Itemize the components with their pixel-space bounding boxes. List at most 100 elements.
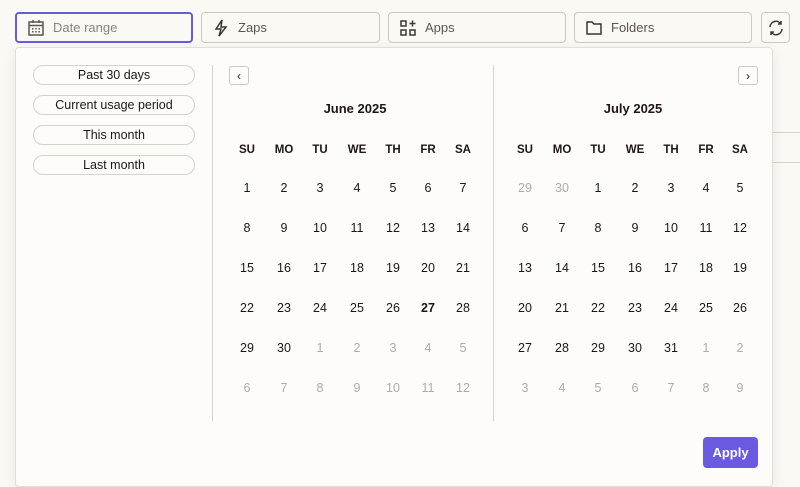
day-cell[interactable]: 10 xyxy=(378,381,408,395)
folders-label: Folders xyxy=(611,20,655,35)
day-cell[interactable]: 11 xyxy=(342,221,372,235)
day-cell[interactable]: 28 xyxy=(547,341,577,355)
day-cell[interactable]: 18 xyxy=(691,261,721,275)
day-cell[interactable]: 27 xyxy=(510,341,540,355)
day-cell[interactable]: 29 xyxy=(510,181,540,195)
day-cell[interactable]: 13 xyxy=(510,261,540,275)
day-cell[interactable]: 22 xyxy=(232,301,262,315)
zaps-filter-button[interactable]: Zaps xyxy=(201,12,380,43)
day-cell[interactable]: 13 xyxy=(413,221,443,235)
day-cell[interactable]: 2 xyxy=(269,181,299,195)
day-cell[interactable]: 24 xyxy=(305,301,335,315)
background-divider xyxy=(773,132,800,133)
day-cell[interactable]: 5 xyxy=(725,181,755,195)
refresh-button[interactable] xyxy=(761,12,790,43)
preset-current-usage-period[interactable]: Current usage period xyxy=(33,95,195,115)
day-cell[interactable]: 30 xyxy=(269,341,299,355)
day-cell[interactable]: 6 xyxy=(620,381,650,395)
day-cell[interactable]: 24 xyxy=(656,301,686,315)
day-cell[interactable]: 19 xyxy=(378,261,408,275)
day-cell[interactable]: 7 xyxy=(547,221,577,235)
day-cell[interactable]: 25 xyxy=(691,301,721,315)
day-cell[interactable]: 15 xyxy=(583,261,613,275)
day-cell[interactable]: 25 xyxy=(342,301,372,315)
background-divider xyxy=(773,162,800,163)
day-cell[interactable]: 22 xyxy=(583,301,613,315)
day-cell[interactable]: 27 xyxy=(413,301,443,315)
day-cell[interactable]: 8 xyxy=(305,381,335,395)
preset-last-month[interactable]: Last month xyxy=(33,155,195,175)
day-cell[interactable]: 26 xyxy=(378,301,408,315)
day-cell[interactable]: 21 xyxy=(547,301,577,315)
prev-month-button[interactable]: ‹ xyxy=(229,66,249,85)
day-cell[interactable]: 5 xyxy=(583,381,613,395)
weekday-header: SA xyxy=(455,144,471,156)
day-cell[interactable]: 9 xyxy=(342,381,372,395)
day-cell[interactable]: 7 xyxy=(448,181,478,195)
day-cell[interactable]: 4 xyxy=(691,181,721,195)
day-cell[interactable]: 31 xyxy=(656,341,686,355)
day-cell[interactable]: 4 xyxy=(413,341,443,355)
day-cell[interactable]: 20 xyxy=(413,261,443,275)
day-cell[interactable]: 6 xyxy=(510,221,540,235)
day-cell[interactable]: 4 xyxy=(342,181,372,195)
day-cell[interactable]: 5 xyxy=(448,341,478,355)
day-cell[interactable]: 16 xyxy=(269,261,299,275)
day-cell[interactable]: 14 xyxy=(547,261,577,275)
day-cell[interactable]: 4 xyxy=(547,381,577,395)
day-cell[interactable]: 14 xyxy=(448,221,478,235)
day-cell[interactable]: 29 xyxy=(583,341,613,355)
folders-filter-button[interactable]: Folders xyxy=(574,12,752,43)
day-cell[interactable]: 2 xyxy=(725,341,755,355)
day-cell[interactable]: 30 xyxy=(620,341,650,355)
preset-this-month[interactable]: This month xyxy=(33,125,195,145)
apps-filter-button[interactable]: Apps xyxy=(388,12,566,43)
day-cell[interactable]: 1 xyxy=(305,341,335,355)
day-cell[interactable]: 6 xyxy=(232,381,262,395)
day-cell[interactable]: 28 xyxy=(448,301,478,315)
day-cell[interactable]: 23 xyxy=(269,301,299,315)
day-cell[interactable]: 21 xyxy=(448,261,478,275)
day-cell[interactable]: 1 xyxy=(691,341,721,355)
day-cell[interactable]: 3 xyxy=(305,181,335,195)
day-cell[interactable]: 12 xyxy=(378,221,408,235)
day-cell[interactable]: 8 xyxy=(232,221,262,235)
day-cell[interactable]: 20 xyxy=(510,301,540,315)
apply-button[interactable]: Apply xyxy=(703,437,758,468)
day-cell[interactable]: 18 xyxy=(342,261,372,275)
next-month-button[interactable]: › xyxy=(738,66,758,85)
day-cell[interactable]: 7 xyxy=(656,381,686,395)
date-range-input[interactable]: Date range xyxy=(15,12,193,43)
day-cell[interactable]: 15 xyxy=(232,261,262,275)
day-cell[interactable]: 23 xyxy=(620,301,650,315)
day-cell[interactable]: 3 xyxy=(378,341,408,355)
day-cell[interactable]: 19 xyxy=(725,261,755,275)
day-cell[interactable]: 26 xyxy=(725,301,755,315)
preset-past-30-days[interactable]: Past 30 days xyxy=(33,65,195,85)
day-cell[interactable]: 9 xyxy=(620,221,650,235)
day-cell[interactable]: 3 xyxy=(656,181,686,195)
day-cell[interactable]: 5 xyxy=(378,181,408,195)
day-cell[interactable]: 12 xyxy=(448,381,478,395)
day-cell[interactable]: 6 xyxy=(413,181,443,195)
day-cell[interactable]: 10 xyxy=(656,221,686,235)
day-cell[interactable]: 3 xyxy=(510,381,540,395)
day-cell[interactable]: 7 xyxy=(269,381,299,395)
day-cell[interactable]: 30 xyxy=(547,181,577,195)
day-cell[interactable]: 2 xyxy=(342,341,372,355)
day-cell[interactable]: 17 xyxy=(656,261,686,275)
day-cell[interactable]: 16 xyxy=(620,261,650,275)
day-cell[interactable]: 12 xyxy=(725,221,755,235)
day-cell[interactable]: 11 xyxy=(413,381,443,395)
day-cell[interactable]: 11 xyxy=(691,221,721,235)
day-cell[interactable]: 10 xyxy=(305,221,335,235)
day-cell[interactable]: 1 xyxy=(583,181,613,195)
day-cell[interactable]: 29 xyxy=(232,341,262,355)
day-cell[interactable]: 8 xyxy=(691,381,721,395)
day-cell[interactable]: 8 xyxy=(583,221,613,235)
day-cell[interactable]: 1 xyxy=(232,181,262,195)
day-cell[interactable]: 17 xyxy=(305,261,335,275)
day-cell[interactable]: 9 xyxy=(725,381,755,395)
day-cell[interactable]: 2 xyxy=(620,181,650,195)
day-cell[interactable]: 9 xyxy=(269,221,299,235)
